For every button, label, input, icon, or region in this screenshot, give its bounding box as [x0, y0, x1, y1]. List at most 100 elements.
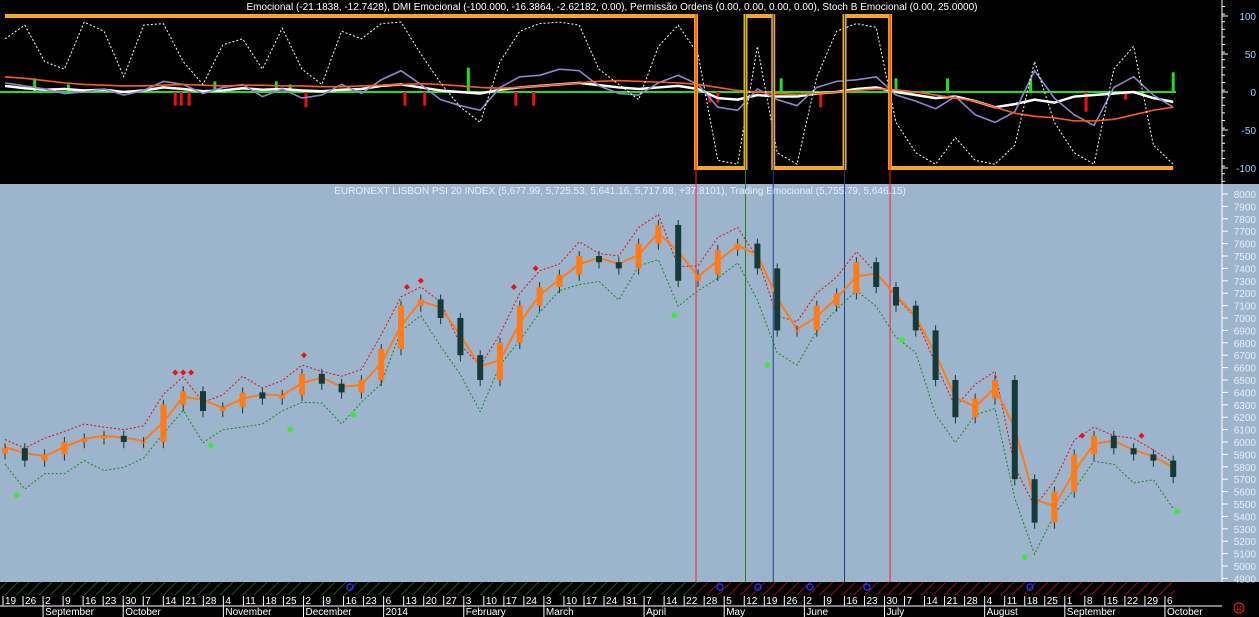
month-label: December — [306, 607, 353, 617]
x-tick-label: 6 — [386, 596, 392, 607]
x-tick-label: 11 — [245, 596, 256, 607]
candle-body — [101, 435, 107, 439]
y-tick-label: 5500 — [1234, 500, 1257, 511]
month-label: June — [806, 607, 828, 617]
y-tick-label: 5100 — [1234, 550, 1257, 561]
candle-body — [952, 380, 959, 418]
x-tick-label: 14 — [666, 596, 678, 607]
candle-body — [417, 299, 424, 306]
month-label: August — [987, 607, 1018, 617]
buy-marker — [1021, 554, 1028, 560]
x-tick-label: 31 — [626, 596, 638, 607]
oscillator-title: Emocional (-21.1838, -12.7428), DMI Emoc… — [247, 2, 978, 13]
candle-body — [754, 243, 761, 269]
y-tick-label: 100 — [1239, 12, 1256, 23]
candle-body — [219, 407, 226, 411]
y-tick-label: 6400 — [1234, 388, 1257, 399]
y-tick-label: 6100 — [1234, 426, 1257, 437]
candle-body — [477, 355, 484, 380]
y-tick-label: 6500 — [1234, 376, 1257, 387]
y-tick-label: 7500 — [1234, 252, 1257, 263]
x-tick-label: 10 — [566, 596, 578, 607]
candle-body — [437, 299, 444, 318]
trading-chart[interactable]: 100 50 0 -50 -100 80007900 78007700 76007500740… — [0, 0, 1259, 617]
x-tick-label: 29 — [1147, 596, 1159, 607]
x-tick-label: 2 — [806, 596, 812, 607]
y-tick-label: -50 — [1242, 126, 1257, 137]
x-tick-label: 8 — [1087, 596, 1093, 607]
y-tick-label: 7600 — [1234, 240, 1257, 251]
y-tick-label: 5200 — [1234, 537, 1257, 548]
candle-body — [1150, 454, 1157, 461]
candle-body — [853, 262, 860, 294]
y-tick-label: 6000 — [1234, 438, 1257, 449]
month-label: May — [726, 607, 745, 617]
buy-marker — [764, 362, 771, 368]
candle-body — [1110, 435, 1117, 449]
x-tick-label: 1 — [1067, 596, 1073, 607]
x-tick-label: 2 — [306, 596, 312, 607]
y-tick-label: 6800 — [1234, 339, 1257, 350]
candle-body — [813, 305, 820, 331]
candle-body — [1051, 491, 1058, 523]
candle-body — [180, 391, 187, 405]
candle-body — [318, 373, 325, 384]
x-tick-label: 18 — [1027, 596, 1039, 607]
buy-marker — [14, 492, 20, 498]
x-tick-label: 16 — [346, 596, 358, 607]
x-tick-label: 17 — [506, 596, 518, 607]
candle-body — [81, 438, 88, 442]
price-panel[interactable] — [0, 184, 1259, 582]
candle-body — [893, 287, 899, 306]
candle-body — [516, 305, 523, 343]
candle-body — [635, 243, 642, 269]
y-tick-label: 7000 — [1234, 314, 1257, 325]
candle-body — [932, 330, 939, 380]
month-label: February — [466, 607, 506, 617]
month-label: April — [646, 607, 666, 617]
x-tick-label: 4 — [987, 596, 993, 607]
candle-body — [774, 268, 781, 331]
x-tick-label: 18 — [265, 596, 277, 607]
candle-body — [61, 442, 68, 455]
candle-body — [1091, 435, 1097, 455]
x-tick-label: 25 — [285, 596, 297, 607]
x-tick-label: 19 — [766, 596, 778, 607]
y-tick-label: 5900 — [1234, 450, 1257, 461]
y-tick-label: 7800 — [1234, 215, 1257, 226]
candle-body — [576, 256, 583, 275]
candle-body — [1011, 380, 1018, 480]
x-tick-label: 17 — [586, 596, 598, 607]
x-tick-label: 9 — [326, 596, 332, 607]
x-tick-label: 13 — [406, 596, 418, 607]
y-tick-label: 5800 — [1234, 463, 1257, 474]
x-tick-label: 15 — [1107, 596, 1119, 607]
candle-body — [239, 392, 246, 408]
month-label: October — [1167, 607, 1203, 617]
x-tick-label: 7 — [646, 596, 652, 607]
y-tick-label: 6700 — [1234, 351, 1257, 362]
candle-body — [41, 454, 48, 461]
x-tick-label: 3 — [466, 596, 472, 607]
x-tick-label: 20 — [426, 596, 438, 607]
candle-body — [160, 404, 167, 442]
price-title: EURONEXT LISBON PSI 20 INDEX (5,677.99, … — [334, 186, 906, 197]
x-tick-label: 9 — [65, 596, 71, 607]
x-tick-label: 7 — [145, 596, 151, 607]
x-tick-label: 4 — [225, 596, 231, 607]
candle-body — [675, 225, 682, 281]
y-tick-label: 7200 — [1234, 289, 1257, 300]
candle-body — [358, 380, 365, 393]
month-label: September — [1067, 607, 1117, 617]
x-tick-label: 27 — [446, 596, 458, 607]
x-tick-label: 16 — [846, 596, 858, 607]
x-tick-label: 28 — [205, 596, 217, 607]
candle-body — [992, 380, 998, 399]
y-tick-label: 50 — [1245, 50, 1257, 61]
x-tick-label: 21 — [185, 596, 197, 607]
candle-body — [21, 448, 28, 461]
buy-marker — [350, 411, 357, 418]
y-tick-label: 4900 — [1234, 574, 1257, 585]
y-tick-label: 7400 — [1234, 264, 1257, 275]
month-label: November — [225, 607, 272, 617]
